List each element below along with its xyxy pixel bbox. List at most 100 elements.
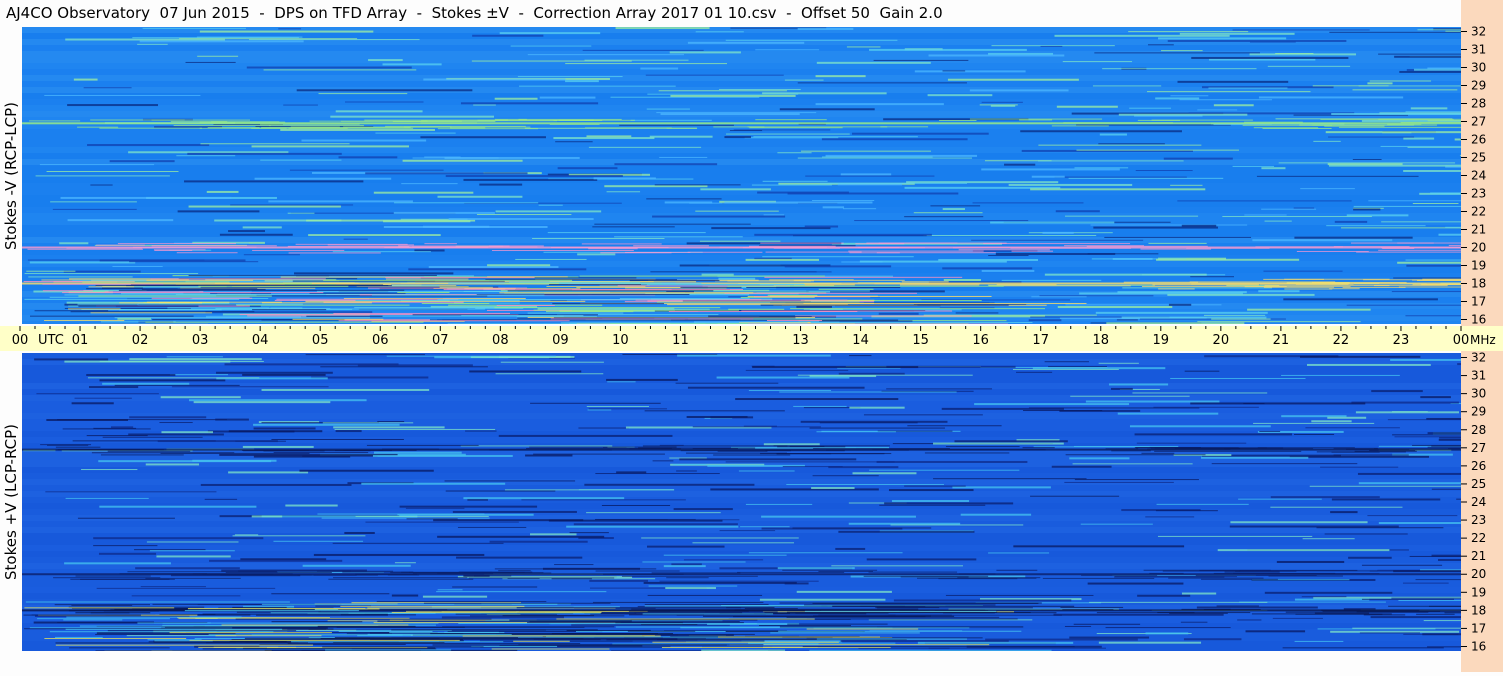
spectrogram-texture-band xyxy=(22,75,1461,81)
spectrogram-streak xyxy=(1303,538,1355,539)
interference-band-streak xyxy=(774,445,890,446)
spectrogram-streak xyxy=(693,426,821,427)
spectrogram-streak xyxy=(1330,511,1357,513)
spectrogram-streak xyxy=(187,153,341,155)
utc-axis-label: UTC xyxy=(38,333,64,348)
interference-band-streak xyxy=(938,578,1017,579)
spectrogram-streak xyxy=(1167,294,1314,296)
spectrogram-streak xyxy=(726,40,898,41)
interference-band-streak xyxy=(1321,610,1419,611)
spectrogram-streak xyxy=(1178,81,1289,83)
spectrogram-streak xyxy=(469,370,581,372)
spectrogram-streak xyxy=(1020,130,1182,132)
spectrogram-streak xyxy=(1032,176,1065,178)
spectrogram-streak xyxy=(724,136,751,138)
frequency-tick-label: 19 xyxy=(1471,585,1486,599)
spectrogram-streak xyxy=(792,527,931,528)
spectrogram-streak xyxy=(831,565,963,566)
interference-band-streak xyxy=(1010,248,1131,249)
interference-band-streak xyxy=(118,243,236,244)
spectrogram-streak xyxy=(1069,637,1149,639)
interference-band-streak xyxy=(47,445,88,446)
time-tick-label: 03 xyxy=(192,333,209,348)
spectrogram-streak xyxy=(63,428,151,429)
interference-band-streak xyxy=(622,576,758,577)
low-frequency-streak xyxy=(497,305,555,306)
spectrogram-streak xyxy=(970,89,1069,91)
interference-band-streak xyxy=(251,128,347,129)
interference-band-streak xyxy=(77,127,118,128)
spectrogram-streak xyxy=(1294,434,1334,435)
spectrogram-streak xyxy=(764,214,785,215)
low-frequency-streak xyxy=(554,317,796,318)
spectrogram-streak xyxy=(929,648,1106,649)
spectrogram-streak xyxy=(749,390,831,391)
frequency-tick-label: 17 xyxy=(1471,295,1486,309)
spectrogram-streak xyxy=(1170,378,1305,379)
spectrogram-streak xyxy=(374,452,462,454)
spectrogram-streak xyxy=(271,439,404,440)
low-frequency-streak xyxy=(724,293,917,294)
interference-band-streak xyxy=(193,573,293,574)
spectrogram-streak xyxy=(798,82,967,83)
low-frequency-streak xyxy=(317,291,518,292)
frequency-tick-label: 28 xyxy=(1471,423,1486,437)
interference-band-streak xyxy=(774,248,840,249)
spectrogram-streak xyxy=(1313,85,1389,86)
interference-band-streak xyxy=(1191,284,1298,285)
spectrogram-streak xyxy=(135,567,240,569)
time-tick-label: 07 xyxy=(432,333,449,348)
spectrogram-streak xyxy=(1130,425,1271,427)
low-frequency-streak xyxy=(819,321,912,322)
spectrogram-streak xyxy=(518,76,623,77)
interference-band-streak xyxy=(1060,607,1123,608)
low-frequency-streak xyxy=(620,298,750,299)
low-frequency-streak xyxy=(24,615,141,616)
low-frequency-streak xyxy=(262,302,372,303)
interference-band-streak xyxy=(1214,573,1335,574)
spectrogram-streak xyxy=(465,431,496,432)
interference-band-streak xyxy=(1158,288,1195,289)
frequency-tick-label: 31 xyxy=(1471,369,1486,383)
spectrogram-streak xyxy=(1146,632,1189,634)
spectrogram-streak xyxy=(740,271,831,272)
spectrogram-streak xyxy=(1265,221,1292,222)
interference-band-streak xyxy=(1356,252,1461,253)
interference-band-streak xyxy=(939,120,976,121)
spectrogram-streak xyxy=(695,211,779,212)
low-frequency-streak xyxy=(72,280,146,281)
spectrogram-streak xyxy=(249,39,420,40)
spectrogram-streak xyxy=(61,197,232,199)
spectrogram-streak xyxy=(528,54,684,55)
interference-band-streak xyxy=(151,120,250,121)
spectrogram-streak xyxy=(801,421,948,423)
interference-band-streak xyxy=(533,454,665,455)
spectrogram-figure: AJ4CO Observatory 07 Jun 2015 - DPS on T… xyxy=(0,0,1503,672)
spectrogram-streak xyxy=(215,419,249,421)
interference-band-streak xyxy=(335,450,392,451)
low-frequency-streak xyxy=(137,623,210,624)
spectrogram-streak xyxy=(1102,68,1256,69)
spectrogram-texture-band xyxy=(22,183,1461,189)
spectrogram-streak xyxy=(98,460,271,462)
spectrogram-streak xyxy=(1432,489,1461,490)
interference-band-streak xyxy=(1369,450,1415,451)
low-frequency-streak xyxy=(102,288,143,289)
spectrogram-streak xyxy=(671,563,701,565)
spectrogram-streak xyxy=(679,458,856,460)
spectrogram-streak xyxy=(652,216,785,218)
spectrogram-streak xyxy=(1438,234,1461,236)
spectrogram-streak xyxy=(1218,549,1390,551)
spectrogram-streak xyxy=(1398,600,1461,601)
spectrogram-streak xyxy=(1091,225,1248,226)
low-frequency-streak xyxy=(629,611,670,612)
interference-band-streak xyxy=(749,246,836,247)
spectrogram-streak xyxy=(333,543,504,544)
spectrogram-streak xyxy=(1222,216,1372,217)
interference-band-streak xyxy=(877,252,996,253)
interference-band-streak xyxy=(1140,249,1211,250)
spectrogram-streak xyxy=(423,596,487,598)
spectrogram-streak xyxy=(988,255,1028,256)
low-frequency-streak xyxy=(803,646,1075,647)
interference-band-streak xyxy=(902,281,949,282)
